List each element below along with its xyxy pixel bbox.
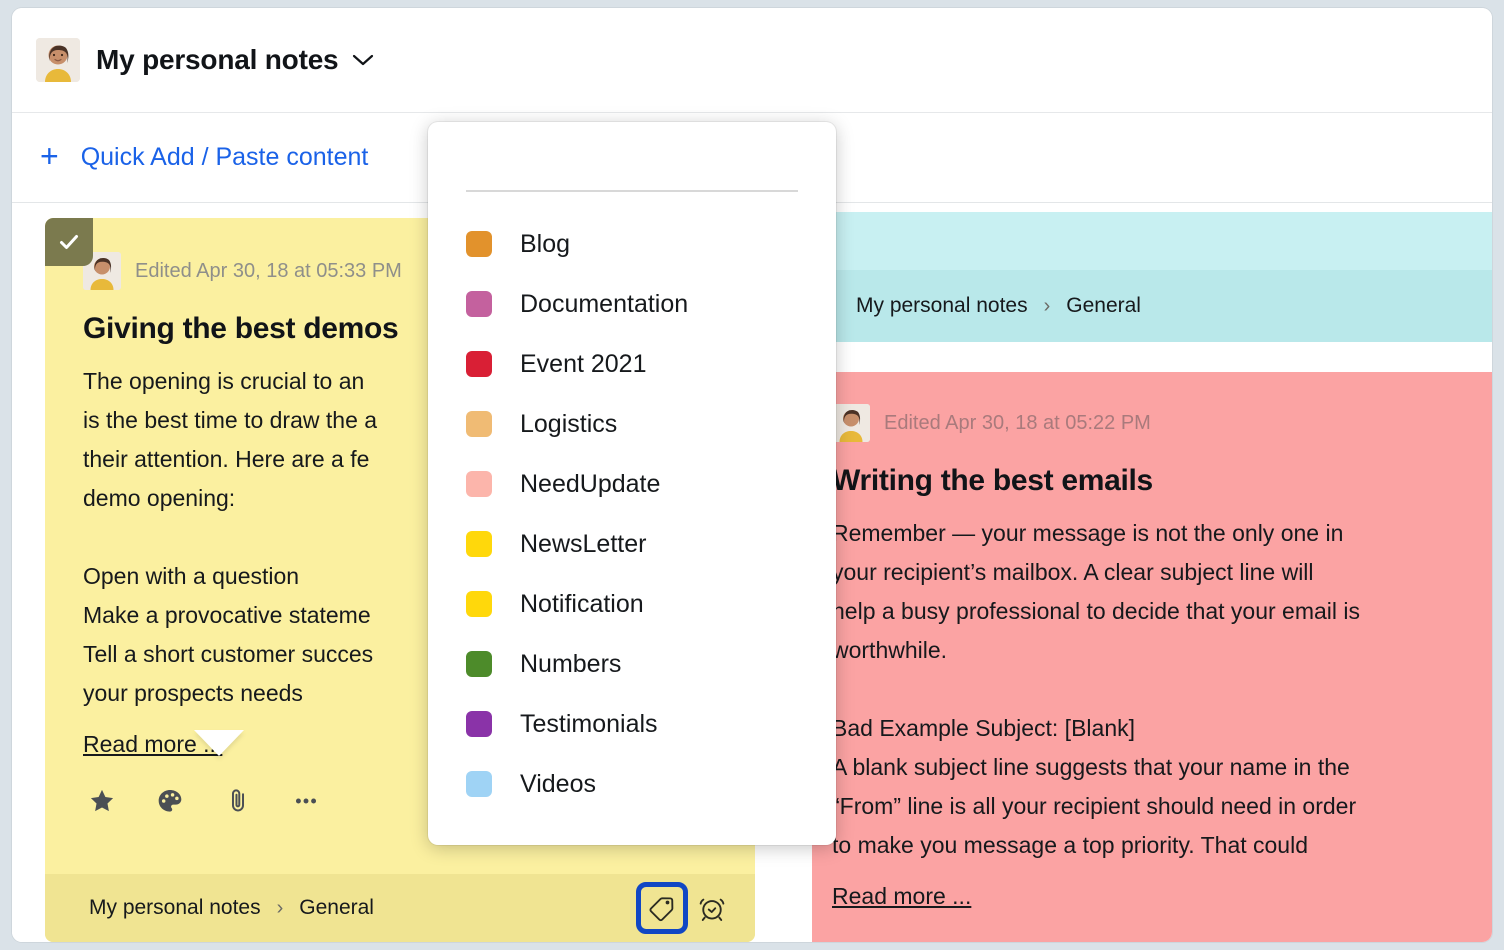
tag-color-swatch [466,231,492,257]
tag-item[interactable]: Blog [466,214,836,274]
note-card-writing-the-best-emails[interactable]: Edited Apr 30, 18 at 05:22 PM Writing th… [812,372,1492,942]
breadcrumb-separator: › [277,897,284,920]
tag-item[interactable]: Documentation [466,274,836,334]
tag-label: Notification [520,590,644,619]
note-text: Remember — your message is not the only … [832,514,1474,865]
paperclip-icon[interactable] [221,784,255,818]
tag-color-swatch [466,651,492,677]
tag-item[interactable]: Notification [466,574,836,634]
check-icon [57,230,81,254]
tag-item[interactable]: Event 2021 [466,334,836,394]
note-footer: My personal notes › General [45,874,755,942]
tag-color-swatch [466,531,492,557]
tag-label: Numbers [520,650,621,679]
plus-icon: + [40,140,59,172]
tag-label: Event 2021 [520,350,647,379]
tag-label: Blog [520,230,570,259]
tag-color-swatch [466,411,492,437]
note-body: Edited Apr 30, 18 at 05:22 PM Writing th… [812,372,1492,910]
tag-label: Documentation [520,290,688,319]
tag-label: NewsLetter [520,530,646,559]
palette-icon[interactable] [153,784,187,818]
breadcrumb-leaf[interactable]: General [1066,294,1141,318]
popover-tail [194,730,244,756]
tag-label: NeedUpdate [520,470,660,499]
tag-color-swatch [466,471,492,497]
app-header: My personal notes [12,8,1492,113]
star-icon[interactable] [85,784,119,818]
tag-item[interactable]: Logistics [466,394,836,454]
note-select-checkbox[interactable] [45,218,93,266]
breadcrumb-leaf[interactable]: General [299,896,374,920]
note-title: Writing the best emails [832,464,1474,498]
tag-search-wrapper [428,122,836,192]
note-footer-icons [645,891,729,925]
breadcrumb-separator: › [1044,295,1051,318]
tag-item[interactable]: Numbers [466,634,836,694]
chevron-down-icon[interactable] [352,53,374,67]
note-card-cyan[interactable]: My personal notes › General [812,212,1492,342]
tag-label: Logistics [520,410,617,439]
tag-icon[interactable] [645,891,679,925]
note-meta: Edited Apr 30, 18 at 05:22 PM [832,372,1474,448]
read-more-link[interactable]: Read more ... [832,883,971,910]
tag-item[interactable]: NewsLetter [466,514,836,574]
tag-picker-popover: Blog Documentation Event 2021 Logistics Need… [428,122,836,845]
breadcrumb-root[interactable]: My personal notes [89,896,261,920]
tag-label: Testimonials [520,710,658,739]
page-title: My personal notes [96,44,338,76]
note-edited-timestamp: Edited Apr 30, 18 at 05:22 PM [884,412,1151,435]
note-edited-timestamp: Edited Apr 30, 18 at 05:33 PM [135,260,402,283]
tag-search-input[interactable] [466,150,798,192]
tag-list: Blog Documentation Event 2021 Logistics Need… [428,214,836,814]
tag-item[interactable]: Testimonials [466,694,836,754]
tag-item[interactable]: NeedUpdate [466,454,836,514]
more-icon[interactable] [289,784,323,818]
avatar [832,404,870,442]
tag-color-swatch [466,711,492,737]
tag-color-swatch [466,291,492,317]
note-footer: My personal notes › General [812,270,1492,342]
tag-item[interactable]: Videos [466,754,836,814]
tag-color-swatch [466,351,492,377]
tag-color-swatch [466,771,492,797]
tag-color-swatch [466,591,492,617]
alarm-icon[interactable] [695,891,729,925]
avatar [36,38,80,82]
tag-label: Videos [520,770,596,799]
quick-add-label: Quick Add / Paste content [81,143,369,172]
app-window: My personal notes + Quick Add / Paste co… [12,8,1492,942]
breadcrumb-root[interactable]: My personal notes [856,294,1028,318]
